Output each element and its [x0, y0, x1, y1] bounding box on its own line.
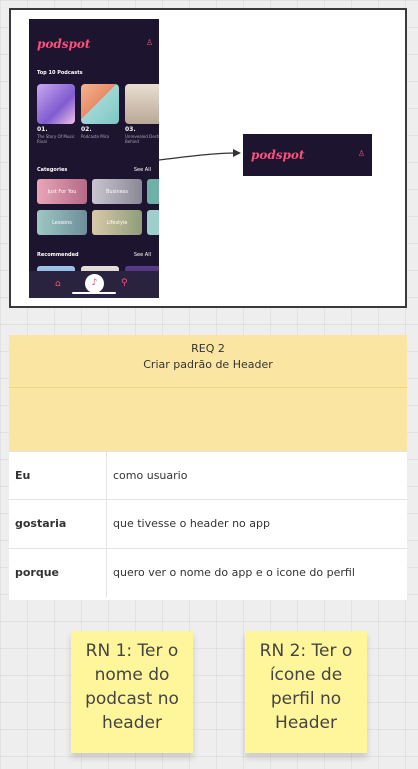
requirement-card: REQ 2 Criar padrão de Header Eu como usu… [9, 335, 407, 600]
header-logo: podspot [251, 148, 305, 162]
sticky-note-rn2[interactable]: RN 2: Ter o ícone de perfil no Header [245, 631, 367, 753]
requirement-subtitle: Criar padrão de Header [143, 358, 273, 371]
header-divider [9, 387, 407, 388]
row-label: porque [15, 566, 60, 579]
sticky-note-rn1[interactable]: RN 1: Ter o nome do podcast no header [71, 631, 193, 753]
wireframe-frame: podspot ♙ Top 10 Podcasts 01. 02. 03. Th… [9, 8, 407, 308]
sticky-note-text: RN 2: Ter o ícone de perfil no Header [245, 639, 367, 735]
header-preview: podspot ♙ [243, 134, 372, 176]
row-label: gostaria [15, 517, 67, 530]
row-divider [106, 549, 107, 597]
sticky-line: podcast no [85, 689, 179, 709]
sticky-line: nome do [94, 665, 170, 685]
row-value: que tivesse o header no app [113, 517, 270, 530]
sticky-line: Header [275, 713, 337, 733]
row-divider [106, 452, 107, 500]
profile-icon[interactable]: ♙ [358, 149, 365, 158]
row-label: Eu [15, 469, 31, 482]
story-row-eu: Eu como usuario [9, 451, 407, 500]
row-value: como usuario [113, 469, 188, 482]
row-divider [106, 500, 107, 548]
sticky-line: RN 1: Ter o [85, 641, 179, 661]
story-row-gostaria: gostaria que tivesse o header no app [9, 499, 407, 548]
sticky-note-text: RN 1: Ter o nome do podcast no header [71, 639, 193, 735]
sticky-line: header [102, 713, 162, 733]
story-row-porque: porque quero ver o nome do app e o icone… [9, 548, 407, 597]
requirement-header: REQ 2 Criar padrão de Header [9, 335, 407, 451]
sticky-line: RN 2: Ter o [259, 641, 353, 661]
row-value: quero ver o nome do app e o icone do per… [113, 566, 355, 579]
requirement-title: REQ 2 [191, 342, 225, 355]
sticky-line: perfil no [270, 689, 342, 709]
sticky-line: ícone de [269, 665, 343, 685]
